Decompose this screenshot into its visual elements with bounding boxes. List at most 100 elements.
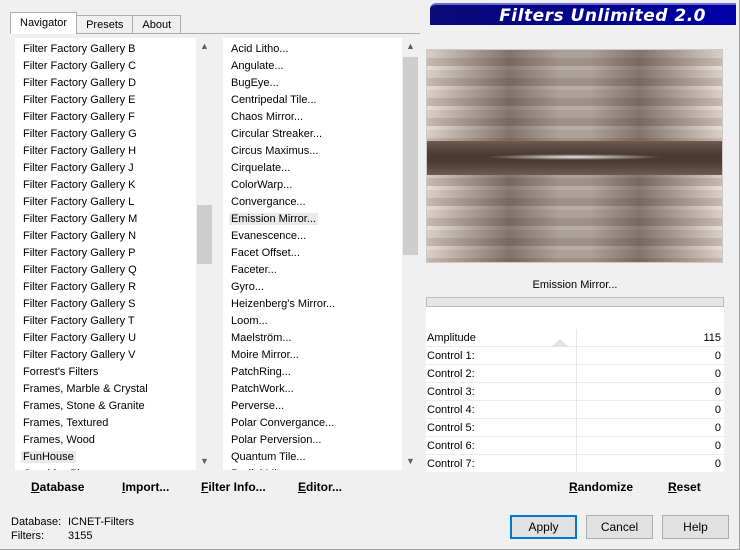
list-item[interactable]: Convergance... [223, 194, 419, 211]
import-button[interactable]: Import... [122, 477, 169, 497]
list-item[interactable]: Angulate... [223, 58, 419, 75]
list-item[interactable]: FunHouse [15, 449, 213, 466]
filter-info-button[interactable]: Filter Info... [201, 477, 266, 497]
list-item[interactable]: Filter Factory Gallery F [15, 109, 213, 126]
filter-list[interactable]: Acid Litho... Angulate... BugEye... Centrip… [223, 38, 419, 470]
list-item[interactable]: Quantum Tile... [223, 449, 419, 466]
filter-scrollbar[interactable]: ▲ ▼ [402, 38, 419, 470]
list-item[interactable]: Filter Factory Gallery D [15, 75, 213, 92]
control-slider[interactable]: Control 2: 0 [426, 365, 724, 383]
tab-navigator[interactable]: Navigator [10, 12, 78, 34]
list-item[interactable]: Filter Factory Gallery N [15, 228, 213, 245]
list-item[interactable]: Moire Mirror... [223, 347, 419, 364]
control-slider[interactable]: Control 4: 0 [426, 401, 724, 419]
list-item[interactable]: Faceter... [223, 262, 419, 279]
list-item[interactable]: Chaos Mirror... [223, 109, 419, 126]
list-item[interactable]: Radial Mirror... [223, 466, 419, 470]
list-item[interactable]: Filter Factory Gallery M [15, 211, 213, 228]
list-item[interactable]: ColorWarp... [223, 177, 419, 194]
list-item-label: Forrest's Filters [23, 366, 99, 378]
control-sliders: Amplitude 115 Control 1: 0 Control 2: 0 Contro… [426, 311, 724, 499]
tab-about[interactable]: About [132, 15, 182, 34]
list-item[interactable]: PatchRing... [223, 364, 419, 381]
list-item-label: Filter Factory Gallery V [23, 349, 136, 361]
list-item[interactable]: Centripedal Tile... [223, 92, 419, 109]
list-item[interactable]: Emission Mirror... [223, 211, 419, 228]
slider-knob[interactable] [551, 339, 569, 347]
preview-image [426, 49, 723, 263]
list-item[interactable]: Filter Factory Gallery P [15, 245, 213, 262]
control-slider[interactable]: Control 1: 0 [426, 347, 724, 365]
list-item[interactable]: Filter Factory Gallery B [15, 41, 213, 58]
editor-button[interactable]: Editor... [298, 477, 342, 497]
control-slider[interactable]: Control 3: 0 [426, 383, 724, 401]
list-item[interactable]: Filter Factory Gallery E [15, 92, 213, 109]
list-item[interactable]: Loom... [223, 313, 419, 330]
scroll-down-icon[interactable]: ▼ [402, 453, 419, 470]
list-item[interactable]: Gyro... [223, 279, 419, 296]
filter-info-label: Filter Info... [201, 480, 266, 494]
list-item-label: Cirquelate... [231, 162, 291, 174]
list-item[interactable]: PatchWork... [223, 381, 419, 398]
list-item[interactable]: Acid Litho... [223, 41, 419, 58]
list-item-label: Convergance... [231, 196, 306, 208]
list-item[interactable]: Filter Factory Gallery C [15, 58, 213, 75]
scroll-up-icon[interactable]: ▲ [196, 38, 213, 55]
scroll-thumb[interactable] [403, 57, 418, 255]
list-item[interactable]: Filter Factory Gallery H [15, 143, 213, 160]
list-item[interactable]: Filter Factory Gallery R [15, 279, 213, 296]
reset-button[interactable]: Reset [668, 477, 701, 497]
list-item[interactable]: Filter Factory Gallery V [15, 347, 213, 364]
list-item[interactable]: Frames, Textured [15, 415, 213, 432]
list-item[interactable]: Filter Factory Gallery T [15, 313, 213, 330]
list-item[interactable]: Filter Factory Gallery U [15, 330, 213, 347]
apply-button[interactable]: Apply [510, 515, 577, 539]
list-item[interactable]: Circus Maximus... [223, 143, 419, 160]
scroll-up-icon[interactable]: ▲ [402, 38, 419, 55]
list-item[interactable]: Polar Convergance... [223, 415, 419, 432]
list-item-label: Filter Factory Gallery E [23, 94, 136, 106]
list-item[interactable]: Frames, Stone & Granite [15, 398, 213, 415]
list-item[interactable]: Perverse... [223, 398, 419, 415]
list-item[interactable]: Forrest's Filters [15, 364, 213, 381]
amplitude-slider[interactable]: Amplitude 115 [426, 329, 724, 347]
list-item[interactable]: Filter Factory Gallery G [15, 126, 213, 143]
list-item[interactable]: Cirquelate... [223, 160, 419, 177]
list-item[interactable]: Frames, Wood [15, 432, 213, 449]
list-item[interactable]: Filter Factory Gallery J [15, 160, 213, 177]
category-list[interactable]: Filter Factory Gallery B Filter Factory G… [15, 38, 213, 470]
control-value: 0 [714, 422, 721, 434]
category-scrollbar[interactable]: ▲ ▼ [196, 38, 213, 470]
list-item[interactable]: Maelström... [223, 330, 419, 347]
list-item[interactable]: Heizenberg's Mirror... [223, 296, 419, 313]
control-label: Control 5: [427, 422, 475, 434]
list-item[interactable]: Filter Factory Gallery L [15, 194, 213, 211]
list-item[interactable]: Filter Factory Gallery Q [15, 262, 213, 279]
list-item[interactable]: Circular Streaker... [223, 126, 419, 143]
slider-divider [576, 401, 577, 419]
list-item[interactable]: Evanescence... [223, 228, 419, 245]
list-item-label: Frames, Marble & Crystal [23, 383, 148, 395]
list-item[interactable]: Facet Offset... [223, 245, 419, 262]
scroll-down-icon[interactable]: ▼ [196, 453, 213, 470]
database-button[interactable]: Database [31, 477, 84, 497]
randomize-button[interactable]: Randomize [569, 477, 633, 497]
help-button[interactable]: Help [662, 515, 729, 539]
control-slider[interactable]: Control 6: 0 [426, 437, 724, 455]
list-item[interactable]: Filter Factory Gallery K [15, 177, 213, 194]
list-item[interactable]: Graphics Plus [15, 466, 213, 470]
cancel-button[interactable]: Cancel [586, 515, 653, 539]
list-item-label: Evanescence... [231, 230, 307, 242]
list-item[interactable]: Filter Factory Gallery S [15, 296, 213, 313]
list-item-label: Filter Factory Gallery U [23, 332, 137, 344]
control-slider[interactable]: Control 7: 0 [426, 455, 724, 473]
list-item-label: Centripedal Tile... [231, 94, 317, 106]
scroll-thumb[interactable] [197, 205, 212, 264]
control-label: Control 1: [427, 350, 475, 362]
list-item[interactable]: Polar Perversion... [223, 432, 419, 449]
list-item[interactable]: BugEye... [223, 75, 419, 92]
selected-filter-name: Emission Mirror... [426, 273, 724, 297]
control-slider[interactable]: Control 5: 0 [426, 419, 724, 437]
tab-presets[interactable]: Presets [76, 15, 134, 34]
list-item[interactable]: Frames, Marble & Crystal [15, 381, 213, 398]
